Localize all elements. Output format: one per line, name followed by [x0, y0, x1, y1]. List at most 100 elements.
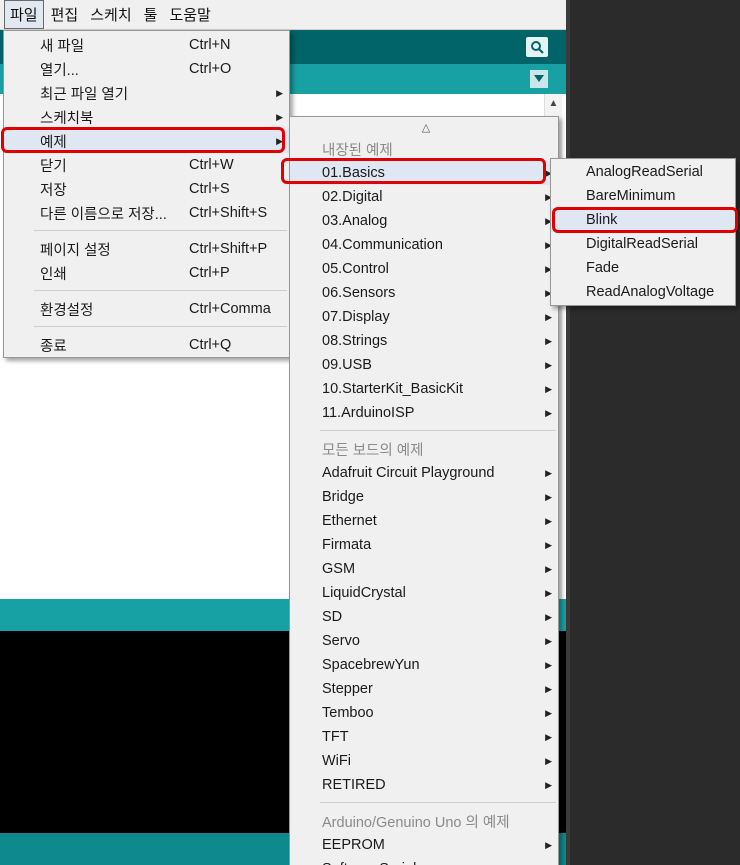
menu-separator — [34, 290, 287, 291]
basics-analogreadserial[interactable]: AnalogReadSerial — [551, 160, 735, 184]
example-bridge[interactable]: Bridge ▶ — [290, 485, 558, 509]
menu-item-label: 인쇄 — [40, 266, 67, 283]
menu-item-label: SoftwareSerial — [322, 861, 416, 865]
menu-file[interactable]: 파일 — [4, 0, 44, 29]
example-gsm[interactable]: GSM ▶ — [290, 557, 558, 581]
menu-item-label: Ethernet — [322, 513, 377, 529]
example-05-control[interactable]: 05.Control ▶ — [290, 257, 558, 281]
magnifier-icon — [531, 41, 544, 54]
example-03-analog[interactable]: 03.Analog ▶ — [290, 209, 558, 233]
basics-digitalreadserial[interactable]: DigitalReadSerial — [551, 232, 735, 256]
menu-help[interactable]: 도움말 — [164, 1, 215, 28]
menu-item-label: 스케치북 — [40, 110, 94, 127]
highlight-blink — [552, 207, 738, 233]
menu-item-shortcut: Ctrl+Comma — [189, 301, 271, 317]
menu-item-shortcut: Ctrl+P — [189, 265, 230, 281]
menu-item-label: Firmata — [322, 537, 372, 553]
example-liquidcrystal[interactable]: LiquidCrystal ▶ — [290, 581, 558, 605]
menu-tools[interactable]: 툴 — [139, 1, 163, 28]
menu-item-label: 다른 이름으로 저장... — [40, 206, 167, 223]
menu-item-label: Servo — [322, 633, 360, 649]
menu-separator — [320, 802, 556, 803]
chevron-down-icon — [534, 75, 544, 82]
basics-readanalogvoltage[interactable]: ReadAnalogVoltage — [551, 280, 735, 304]
menu-item-label: Stepper — [322, 681, 373, 697]
menu-item-save[interactable]: 저장 Ctrl+S — [4, 177, 289, 201]
example-tft[interactable]: TFT ▶ — [290, 725, 558, 749]
basics-bareminimum[interactable]: BareMinimum — [551, 184, 735, 208]
example-adafruit-circuit-playground[interactable]: Adafruit Circuit Playground ▶ — [290, 461, 558, 485]
menu-item-shortcut: Ctrl+S — [189, 181, 230, 197]
example-06-sensors[interactable]: 06.Sensors ▶ — [290, 281, 558, 305]
serial-monitor-button[interactable] — [526, 37, 548, 57]
example-04-communication[interactable]: 04.Communication ▶ — [290, 233, 558, 257]
menu-item-label: BareMinimum — [586, 188, 676, 204]
example-08-strings[interactable]: 08.Strings ▶ — [290, 329, 558, 353]
menu-item-label: DigitalReadSerial — [586, 236, 699, 252]
example-retired[interactable]: RETIRED ▶ — [290, 773, 558, 797]
menu-item-save-as[interactable]: 다른 이름으로 저장... Ctrl+Shift+S — [4, 201, 289, 225]
example-wifi[interactable]: WiFi ▶ — [290, 749, 558, 773]
menu-item-close[interactable]: 닫기 Ctrl+W — [4, 153, 289, 177]
menu-item-print[interactable]: 인쇄 Ctrl+P — [4, 261, 289, 285]
menu-edit[interactable]: 편집 — [46, 1, 84, 28]
menu-item-label: Temboo — [322, 705, 374, 721]
menu-item-label: 저장 — [40, 182, 67, 199]
highlight-basics — [281, 158, 546, 184]
menu-separator — [320, 430, 556, 431]
submenu-arrow-icon: ▶ — [545, 311, 552, 322]
example-eeprom[interactable]: EEPROM ▶ — [290, 833, 558, 857]
example-10-starterkit-basickit[interactable]: 10.StarterKit_BasicKit ▶ — [290, 377, 558, 401]
menu-item-new[interactable]: 새 파일 Ctrl+N — [4, 33, 289, 57]
menu-item-preferences[interactable]: 환경설정 Ctrl+Comma — [4, 297, 289, 321]
example-07-display[interactable]: 07.Display ▶ — [290, 305, 558, 329]
menu-item-shortcut: Ctrl+Shift+S — [189, 205, 268, 221]
example-stepper[interactable]: Stepper ▶ — [290, 677, 558, 701]
example-sd[interactable]: SD ▶ — [290, 605, 558, 629]
submenu-arrow-icon: ▶ — [545, 659, 552, 670]
menu-item-label: 09.USB — [322, 357, 372, 373]
submenu-arrow-icon: ▶ — [545, 335, 552, 346]
menu-item-label: Bridge — [322, 489, 364, 505]
example-temboo[interactable]: Temboo ▶ — [290, 701, 558, 725]
menu-item-label: SpacebrewYun — [322, 657, 420, 673]
example-firmata[interactable]: Firmata ▶ — [290, 533, 558, 557]
menu-item-label: 02.Digital — [322, 189, 383, 205]
menu-item-label: ReadAnalogVoltage — [586, 284, 715, 300]
example-09-usb[interactable]: 09.USB ▶ — [290, 353, 558, 377]
menu-item-recent[interactable]: 최근 파일 열기 ▶ — [4, 81, 289, 105]
menu-item-page-setup[interactable]: 페이지 설정 Ctrl+Shift+P — [4, 237, 289, 261]
scroll-up-icon[interactable]: ▲ — [545, 98, 562, 109]
menu-item-label: Fade — [586, 260, 620, 276]
example-11-arduinoisp[interactable]: 11.ArduinoISP ▶ — [290, 401, 558, 425]
example-spacebrewyun[interactable]: SpacebrewYun ▶ — [290, 653, 558, 677]
example-ethernet[interactable]: Ethernet ▶ — [290, 509, 558, 533]
submenu-arrow-icon: ▶ — [276, 87, 283, 98]
menu-item-label: 08.Strings — [322, 333, 388, 349]
menu-separator — [34, 230, 287, 231]
submenu-arrow-icon: ▶ — [276, 111, 283, 122]
menu-item-label: 06.Sensors — [322, 285, 396, 301]
menu-item-label: 환경설정 — [40, 302, 94, 319]
menu-item-label: AnalogReadSerial — [586, 164, 703, 180]
menu-sketch[interactable]: 스케치 — [85, 1, 136, 28]
submenu-arrow-icon: ▶ — [545, 383, 552, 394]
submenu-arrow-icon: ▶ — [545, 587, 552, 598]
tab-menu-button[interactable] — [530, 70, 548, 88]
menu-item-sketchbook[interactable]: 스케치북 ▶ — [4, 105, 289, 129]
menu-item-quit[interactable]: 종료 Ctrl+Q — [4, 333, 289, 357]
example-servo[interactable]: Servo ▶ — [290, 629, 558, 653]
example-02-digital[interactable]: 02.Digital ▶ — [290, 185, 558, 209]
example-softwareserial[interactable]: SoftwareSerial▶ — [290, 857, 558, 865]
menu-item-open[interactable]: 열기... Ctrl+O — [4, 57, 289, 81]
menu-item-label: RETIRED — [322, 777, 386, 793]
menu-separator — [34, 326, 287, 327]
menu-item-shortcut: Ctrl+W — [189, 157, 234, 173]
submenu-arrow-icon: ▶ — [545, 563, 552, 574]
basics-fade[interactable]: Fade — [551, 256, 735, 280]
menu-item-shortcut: Ctrl+Shift+P — [189, 241, 268, 257]
examples-submenu: △ 내장된 예제 01.Basics ▶ 02.Digital ▶ 03.Analog ▶… — [289, 116, 559, 865]
menu-item-label: 새 파일 — [40, 38, 85, 55]
submenu-arrow-icon: ▶ — [545, 683, 552, 694]
menu-scroll-up-icon[interactable]: △ — [290, 117, 558, 137]
